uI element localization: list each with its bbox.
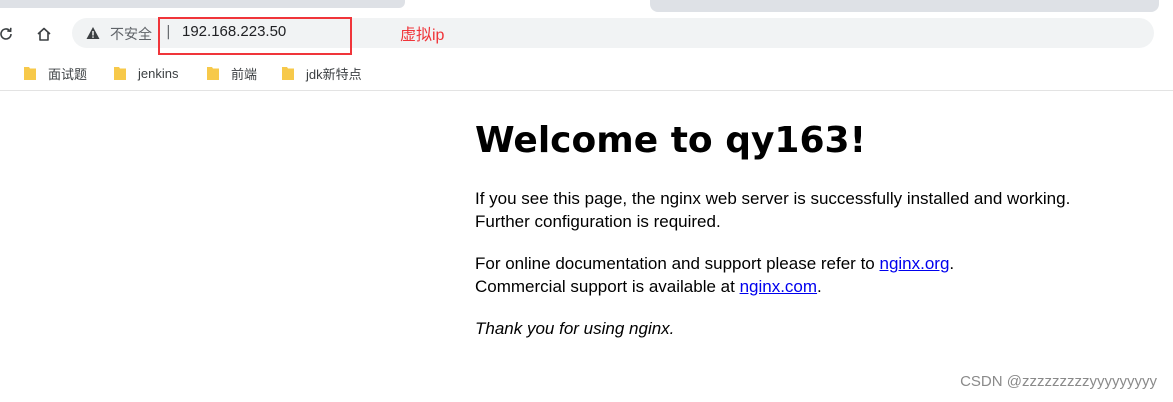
support-text-end: . [817, 277, 822, 296]
folder-icon [24, 67, 36, 80]
watermark: CSDN @zzzzzzzzzyyyyyyyyy [960, 373, 1157, 390]
folder-icon [282, 67, 294, 80]
nginx-com-link[interactable]: nginx.com [740, 277, 817, 296]
annotation-highlight-box [158, 17, 352, 55]
tab-background [650, 0, 1159, 12]
thanks-paragraph: Thank you for using nginx. [475, 319, 675, 338]
home-icon [37, 27, 51, 41]
tab-background [0, 0, 405, 8]
bookmark-label: jenkins [138, 65, 179, 81]
page-content: Welcome to qy163! If you see this page, … [475, 95, 1115, 340]
bookmark-item[interactable]: jdk新特点 [282, 63, 362, 83]
page-title: Welcome to qy163! [475, 120, 866, 161]
bookmarks-divider [0, 90, 1173, 91]
folder-icon [114, 67, 126, 80]
docs-text-end: . [949, 254, 955, 273]
warning-icon[interactable] [86, 26, 100, 40]
bookmarks-bar: 面试题 jenkins 前端 jdk新特点 [0, 58, 1173, 88]
folder-icon [207, 67, 219, 80]
docs-paragraph: For online documentation and support ple… [475, 252, 1115, 298]
annotation-label: 虚拟ip [400, 27, 445, 44]
bookmark-label: jdk新特点 [306, 66, 362, 82]
bookmark-item[interactable]: 前端 [207, 63, 257, 83]
tab-strip [0, 0, 1173, 14]
security-status-label[interactable]: 不安全 [110, 24, 152, 44]
home-button[interactable] [32, 22, 56, 46]
nginx-org-link[interactable]: nginx.org [879, 254, 949, 273]
bookmark-item[interactable]: jenkins [114, 63, 178, 83]
bookmark-label: 面试题 [48, 66, 88, 82]
intro-paragraph: If you see this page, the nginx web serv… [475, 189, 1071, 231]
reload-icon [0, 27, 12, 40]
docs-text: For online documentation and support ple… [475, 254, 880, 273]
bookmark-item[interactable]: 面试题 [24, 63, 87, 83]
support-text: Commercial support is available at [475, 277, 740, 296]
reload-button[interactable] [0, 22, 18, 46]
bookmark-label: 前端 [231, 66, 258, 82]
